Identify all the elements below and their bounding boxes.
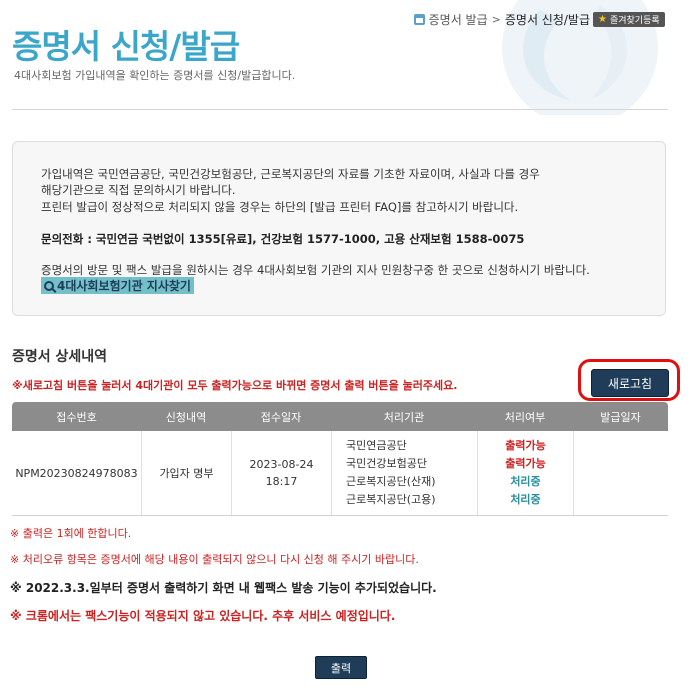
notice-phone: 문의전화 : 국민연금 국번없이 1355[유료], 건강보험 1577-100…: [41, 232, 525, 246]
certificate-table: 접수번호 신청내역 접수일자 처리기관 처리여부 발급일자 NPM2023082…: [12, 402, 668, 516]
notice-visit: 증명서의 방문 및 팩스 발급을 원하시는 경우 4대사회보험 기관의 지사 민…: [41, 263, 590, 277]
breadcrumb: 증명서 발급 > 증명서 신청/발급: [413, 11, 590, 28]
processing-orgs: 국민연금공단 국민건강보험공단 근로복지공단(산재) 근로복지공단(고용): [331, 431, 477, 515]
status-badge: 출력가능: [505, 457, 546, 470]
branch-search-link[interactable]: 4대사회보험기관 지사찾기: [41, 277, 194, 294]
receipt-time-value: 18:17: [265, 475, 298, 488]
column-header: 처리기관: [383, 410, 425, 424]
footnote: ※ 출력은 1회에 한합니다.: [10, 527, 132, 540]
processing-statuses: 출력가능 출력가능 처리중 처리중: [477, 431, 573, 515]
notice-line: 해당기관으로 직접 문의하시기 바랍니다.: [41, 183, 236, 197]
issue-date: [573, 431, 668, 515]
breadcrumb-current: 증명서 신청/발급: [504, 13, 590, 27]
footnote: ※ 크롬에서는 팩스기능이 적용되지 않고 있습니다. 추후 서비스 예정입니다…: [10, 609, 396, 623]
notice-line: 가입내역은 국민연금공단, 국민건강보험공단, 근로복지공단의 자료를 기초한 …: [41, 167, 540, 181]
divider: [12, 109, 668, 110]
request-type: 가입자 명부: [141, 431, 231, 515]
section-title: 증명서 상세내역: [12, 349, 108, 365]
notice-line: 프린터 발급이 정상적으로 처리되지 않을 경우는 하단의 [발급 프린터 FA…: [41, 200, 519, 214]
page-title: 증명서 신청/발급: [12, 27, 240, 66]
org-name: 국민건강보험공단: [346, 457, 427, 470]
refresh-notice: ※새로고침 버튼을 눌러서 4대기관이 모두 출력가능으로 바뀌면 증명서 출력…: [12, 379, 458, 392]
breadcrumb-separator: >: [491, 13, 501, 26]
column-header: 신청내역: [165, 410, 207, 424]
page-description: 4대사회보험 가입내역을 확인하는 증명서를 신청/발급합니다.: [14, 69, 296, 82]
breadcrumb-item[interactable]: 증명서 발급: [429, 11, 488, 28]
status-badge: 처리중: [510, 475, 541, 488]
receipt-number: NPM20230824978083: [15, 466, 138, 480]
notice-box: 가입내역은 국민연금공단, 국민건강보험공단, 근로복지공단의 자료를 기초한 …: [12, 141, 666, 316]
column-header: 처리여부: [504, 410, 546, 424]
print-button[interactable]: 출력: [315, 656, 367, 679]
star-icon: ★: [598, 14, 607, 25]
add-favorite-label: 즐겨찾기등록: [609, 16, 660, 26]
column-header: 접수번호: [56, 410, 97, 424]
status-badge: 처리중: [510, 493, 541, 506]
footnote: ※ 2022.3.3.일부터 증명서 출력하기 화면 내 웹팩스 발송 기능이 …: [10, 581, 437, 595]
status-badge: 출력가능: [505, 439, 546, 452]
table-row: NPM20230824978083 가입자 명부 2023-08-24 18:1…: [12, 431, 668, 516]
column-header: 발급일자: [600, 410, 641, 424]
table-header: 접수번호 신청내역 접수일자 처리기관 처리여부 발급일자: [12, 402, 668, 431]
org-name: 근로복지공단(산재): [346, 475, 436, 488]
add-favorite-button[interactable]: ★ 즐겨찾기등록: [593, 12, 665, 27]
receipt-date-value: 2023-08-24: [249, 458, 314, 471]
footnote: ※ 처리오류 항목은 증명서에 해당 내용이 출력되지 않으니 다시 신청 해 …: [10, 553, 419, 566]
home-icon[interactable]: [413, 14, 425, 25]
refresh-button[interactable]: 새로고침: [591, 369, 669, 397]
org-name: 국민연금공단: [346, 439, 407, 452]
branch-search-label: 4대사회보험기관 지사찾기: [57, 279, 191, 293]
org-name: 근로복지공단(고용): [346, 493, 436, 506]
search-icon: [44, 280, 54, 291]
receipt-date: 2023-08-24 18:17: [231, 431, 331, 515]
column-header: 접수일자: [260, 410, 302, 424]
